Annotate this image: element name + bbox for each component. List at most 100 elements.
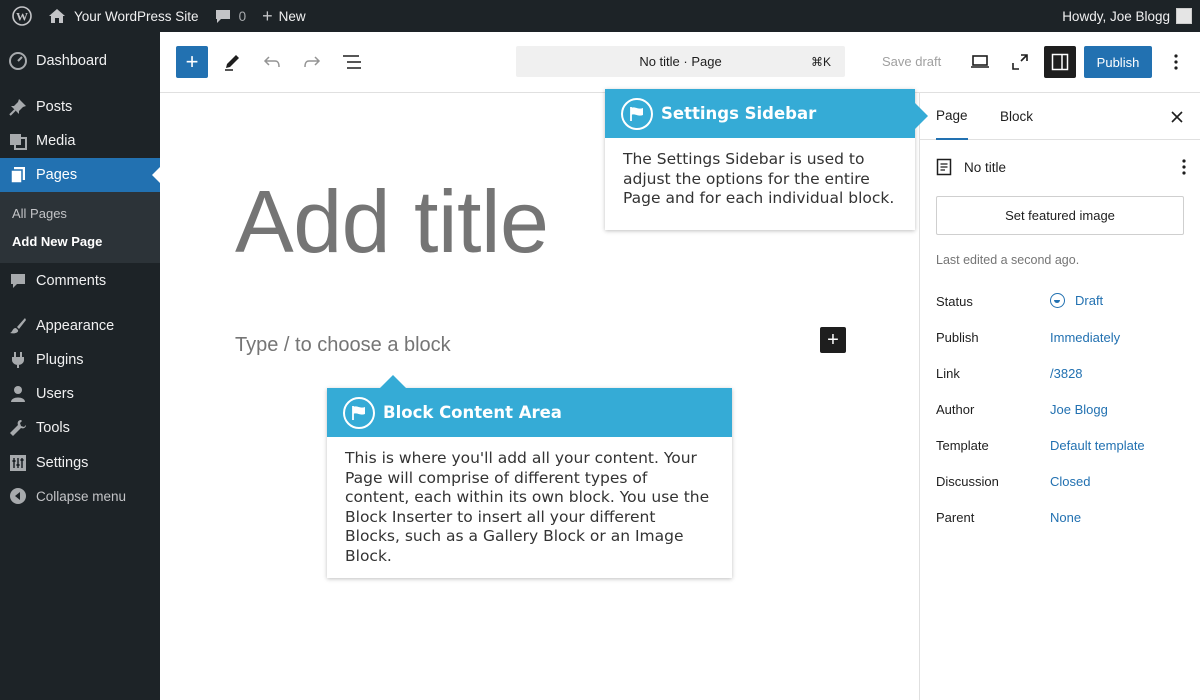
tab-block[interactable]: Block xyxy=(1000,93,1033,140)
brush-icon xyxy=(0,317,36,335)
submenu-all-pages[interactable]: All Pages xyxy=(12,206,67,221)
pencil-icon xyxy=(225,55,239,71)
plus-icon: + xyxy=(262,6,273,26)
plus-icon: + xyxy=(827,329,839,351)
menu-item-comments[interactable]: Comments xyxy=(0,264,160,298)
list-view-icon xyxy=(343,55,361,69)
comments-link[interactable]: 0 xyxy=(207,0,255,32)
callout-body: The Settings Sidebar is used to adjust t… xyxy=(623,150,895,207)
redo-icon xyxy=(304,56,321,68)
menu-item-tools[interactable]: Tools xyxy=(0,411,160,445)
callout-title: Settings Sidebar xyxy=(661,104,817,123)
collapse-arrow-icon xyxy=(0,487,36,505)
sidebar-tabs: Page Block xyxy=(920,93,1200,140)
command-palette-shortcut: ⌘K xyxy=(810,54,831,69)
comment-bubble-icon xyxy=(215,9,231,24)
pin-icon xyxy=(0,98,36,116)
tools-pencil-button[interactable] xyxy=(222,52,242,72)
callout-header: Settings Sidebar xyxy=(605,89,915,138)
publish-label: Publish xyxy=(936,330,979,345)
home-icon xyxy=(48,8,66,24)
external-expand-icon xyxy=(1012,54,1028,70)
last-edited-text: Last edited a second ago. xyxy=(936,253,1080,267)
add-block-button[interactable]: + xyxy=(820,327,846,353)
options-menu-button[interactable] xyxy=(1166,52,1186,72)
menu-item-settings[interactable]: Settings xyxy=(0,446,160,480)
plus-icon: + xyxy=(185,49,199,74)
wordpress-logo-icon[interactable]: W xyxy=(4,0,40,32)
status-label: Status xyxy=(936,294,973,309)
menu-item-pages[interactable]: Pages xyxy=(0,158,160,192)
close-icon xyxy=(1171,111,1183,123)
sidebar-icon xyxy=(1051,53,1069,71)
admin-menu: Dashboard Posts Media Pages All Pages Ad… xyxy=(0,32,160,700)
link-value[interactable]: /3828 xyxy=(1050,366,1083,381)
callout-title: Block Content Area xyxy=(383,403,562,422)
callout-header: Block Content Area xyxy=(327,388,732,437)
block-placeholder[interactable]: Type / to choose a block xyxy=(235,334,451,357)
link-label: Link xyxy=(936,366,960,381)
comments-count: 0 xyxy=(238,8,247,24)
submenu-add-new-page[interactable]: Add New Page xyxy=(12,234,102,249)
undo-icon xyxy=(263,56,280,68)
editor-toolbar: + No title · Page ⌘K Save draft Publish xyxy=(160,32,1200,93)
new-content-link[interactable]: + New xyxy=(254,0,314,32)
pages-submenu: All Pages Add New Page xyxy=(0,192,160,263)
set-featured-image-button[interactable]: Set featured image xyxy=(936,196,1184,235)
redo-button[interactable] xyxy=(301,52,323,72)
settings-sidebar: Page Block No title Set featured image L… xyxy=(919,93,1200,700)
template-value[interactable]: Default template xyxy=(1050,438,1145,453)
pages-icon xyxy=(0,166,36,184)
menu-item-dashboard[interactable]: Dashboard xyxy=(0,44,160,78)
settings-sidebar-callout: Settings Sidebar The Settings Sidebar is… xyxy=(605,89,928,230)
document-bar[interactable]: No title · Page ⌘K xyxy=(516,46,845,77)
settings-sidebar-toggle[interactable] xyxy=(1044,46,1076,78)
dashboard-icon xyxy=(0,52,36,70)
document-overview-button[interactable] xyxy=(341,52,363,72)
publish-value[interactable]: Immediately xyxy=(1050,330,1120,345)
menu-item-users[interactable]: Users xyxy=(0,377,160,411)
discussion-value[interactable]: Closed xyxy=(1050,474,1090,489)
document-summary: No title xyxy=(936,155,1186,179)
draft-status-icon xyxy=(1050,293,1065,308)
preview-button[interactable] xyxy=(969,52,991,72)
view-link-button[interactable] xyxy=(1009,52,1031,72)
flag-icon xyxy=(621,97,653,130)
block-content-callout: Block Content Area This is where you'll … xyxy=(327,375,732,578)
sliders-icon xyxy=(0,454,36,472)
status-value[interactable]: Draft xyxy=(1050,293,1103,308)
laptop-icon xyxy=(971,55,989,68)
page-document-icon xyxy=(936,158,952,176)
plug-icon xyxy=(0,351,36,369)
callout-pointer xyxy=(915,103,928,129)
close-sidebar-button[interactable] xyxy=(1167,107,1187,127)
menu-item-plugins[interactable]: Plugins xyxy=(0,343,160,377)
author-value[interactable]: Joe Blogg xyxy=(1050,402,1108,417)
kebab-icon xyxy=(1182,159,1186,175)
block-inserter-button[interactable]: + xyxy=(176,46,208,78)
user-account-menu[interactable]: Howdy, Joe Blogg xyxy=(1054,0,1200,32)
tab-page[interactable]: Page xyxy=(936,93,968,140)
comment-icon xyxy=(0,272,36,290)
menu-item-media[interactable]: Media xyxy=(0,124,160,158)
doc-actions-button[interactable] xyxy=(1182,159,1186,175)
document-title: No title · Page xyxy=(639,54,722,69)
parent-value[interactable]: None xyxy=(1050,510,1081,525)
author-label: Author xyxy=(936,402,975,417)
undo-button[interactable] xyxy=(261,52,283,72)
template-label: Template xyxy=(936,438,989,453)
menu-item-appearance[interactable]: Appearance xyxy=(0,309,160,343)
title-input[interactable]: Add title xyxy=(235,171,549,273)
parent-label: Parent xyxy=(936,510,975,525)
collapse-menu-button[interactable]: Collapse menu xyxy=(0,479,160,513)
wrench-icon xyxy=(0,419,36,437)
admin-bar: W Your WordPress Site 0 + New Howdy, Joe… xyxy=(0,0,1200,32)
save-draft-button[interactable]: Save draft xyxy=(882,54,941,69)
publish-button[interactable]: Publish xyxy=(1084,46,1152,78)
discussion-label: Discussion xyxy=(936,474,999,489)
flag-icon xyxy=(343,396,375,429)
callout-pointer xyxy=(380,375,406,388)
sidebar-doc-title: No title xyxy=(964,159,1007,175)
site-name-link[interactable]: Your WordPress Site xyxy=(40,0,207,32)
menu-item-posts[interactable]: Posts xyxy=(0,90,160,124)
